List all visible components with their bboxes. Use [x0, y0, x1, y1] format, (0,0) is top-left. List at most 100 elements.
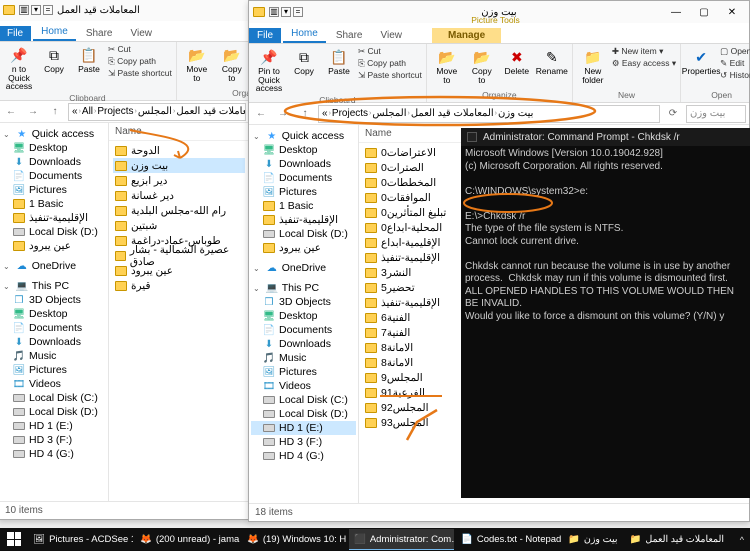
copy-path-button[interactable]: ⎘ Copy path — [108, 56, 172, 67]
breadcrumb[interactable]: «›Projects›المجلس›المعاملات قيد العمل›بي… — [318, 105, 660, 123]
taskbar[interactable]: 🖼Pictures - ACDSee 15🦊(200 unread) - jam… — [0, 528, 750, 551]
cut-button[interactable]: ✂ Cut — [358, 46, 422, 57]
nav-item[interactable]: ⬇Downloads — [1, 335, 106, 349]
nav-item[interactable]: ❒3D Objects — [251, 295, 356, 309]
nav-item[interactable]: ⬇Downloads — [251, 157, 356, 171]
nav-item[interactable]: HD 4 (G:) — [1, 447, 106, 461]
nav-item[interactable]: 🖼Pictures — [251, 185, 356, 199]
fwd-button[interactable]: → — [274, 105, 292, 123]
tray-expand-icon[interactable]: ^ — [740, 535, 744, 545]
maximize-button[interactable]: ▢ — [691, 4, 717, 20]
qat-btn[interactable]: ▥ — [19, 5, 29, 15]
qat-btn[interactable]: = — [293, 7, 303, 17]
file-row[interactable]: قيرة — [113, 278, 245, 293]
nav-item[interactable]: HD 3 (F:) — [251, 435, 356, 449]
taskbar-item[interactable]: ⬛Administrator: Com… — [349, 529, 454, 550]
nav-onedrive[interactable]: ☁OneDrive — [251, 261, 356, 275]
nav-item[interactable]: Local Disk (C:) — [1, 391, 106, 405]
nav-item[interactable]: Local Disk (D:) — [251, 227, 356, 241]
col-name[interactable]: Name — [109, 123, 249, 141]
file-row[interactable]: رام الله-مجلس البلدية — [113, 203, 245, 218]
paste-button[interactable]: 📋Paste — [323, 46, 355, 78]
nav-item[interactable]: 🎞Videos — [251, 379, 356, 393]
move-to-button[interactable]: 📂Move to — [181, 44, 213, 84]
tab-home[interactable]: Home — [283, 26, 326, 43]
tab-file[interactable]: File — [0, 26, 31, 41]
file-row[interactable]: بيت وزن — [113, 158, 245, 173]
qat-btn[interactable]: = — [43, 5, 53, 15]
move-to-button[interactable]: 📂Move to — [431, 46, 463, 86]
copy-to-button[interactable]: 📂Copy to — [216, 44, 248, 84]
pin-button[interactable]: 📌Pin to Quick access — [253, 46, 285, 95]
file-list-1[interactable]: Name الدوحةبيت وزندير ابزيعدير غسانةرام … — [109, 123, 249, 501]
nav-item[interactable]: HD 3 (F:) — [1, 433, 106, 447]
crumb[interactable]: Projects› — [332, 108, 371, 119]
nav-pane-2[interactable]: ★Quick access🖥Desktop⬇Downloads📄Document… — [249, 125, 359, 503]
nav-item[interactable]: HD 1 (E:) — [251, 421, 356, 435]
back-button[interactable]: ← — [2, 103, 20, 121]
file-row[interactable]: دير ابزيع — [113, 173, 245, 188]
nav-item[interactable]: 📄Documents — [1, 321, 106, 335]
edit-button[interactable]: ✎ Edit — [720, 58, 750, 69]
search-input[interactable]: بيت وزن — [686, 105, 746, 123]
crumb[interactable]: المجلس› — [138, 106, 175, 117]
nav-item[interactable]: HD 4 (G:) — [251, 449, 356, 463]
crumb[interactable]: بيت وزن — [498, 108, 533, 119]
tab-file[interactable]: File — [249, 28, 281, 43]
nav-item[interactable]: 🖥Desktop — [1, 307, 106, 321]
nav-item[interactable]: Local Disk (D:) — [1, 225, 106, 239]
file-row[interactable]: دير غسانة — [113, 188, 245, 203]
nav-item[interactable]: Local Disk (D:) — [251, 407, 356, 421]
tab-view[interactable]: View — [123, 26, 161, 41]
nav-item[interactable]: الإقليمية-تنفيذ — [1, 211, 106, 225]
nav-this-pc[interactable]: 💻This PC — [251, 281, 356, 295]
taskbar-item[interactable]: 📁المعاملات قيد العمل — [624, 529, 729, 550]
cut-button[interactable]: ✂ Cut — [108, 44, 172, 55]
nav-item[interactable]: Local Disk (D:) — [1, 405, 106, 419]
taskbar-item[interactable]: 🖼Pictures - ACDSee 15 — [28, 529, 133, 550]
taskbar-item[interactable]: 📁بيت وزن — [563, 529, 622, 550]
history-button[interactable]: ↺ History — [720, 70, 750, 81]
up-button[interactable]: ↑ — [46, 103, 64, 121]
nav-item[interactable]: 🎞Videos — [1, 377, 106, 391]
minimize-button[interactable]: — — [663, 4, 689, 20]
nav-item[interactable]: 🖥Desktop — [251, 309, 356, 323]
nav-quick-access[interactable]: ★Quick access — [251, 129, 356, 143]
up-button[interactable]: ↑ — [296, 105, 314, 123]
delete-button[interactable]: ✖Delete — [501, 46, 533, 78]
nav-item[interactable]: 📄Documents — [251, 171, 356, 185]
paste-shortcut-button[interactable]: ⇲ Paste shortcut — [358, 70, 422, 81]
nav-item[interactable]: 🖥Desktop — [251, 143, 356, 157]
start-button[interactable] — [2, 529, 26, 550]
refresh-button[interactable]: ⟳ — [664, 105, 682, 123]
nav-item[interactable]: ⬇Downloads — [1, 155, 106, 169]
taskbar-item[interactable]: 🦊(19) Windows 10: H… — [242, 529, 347, 550]
pin-button[interactable]: 📌n to Quick access — [3, 44, 35, 93]
nav-item[interactable]: 📄Documents — [251, 323, 356, 337]
crumb[interactable]: المعاملات قيد العمل — [176, 106, 246, 117]
cmd-output[interactable]: Microsoft Windows [Version 10.0.19042.92… — [461, 146, 750, 498]
nav-this-pc[interactable]: 💻This PC — [1, 279, 106, 293]
qat-btn[interactable]: ▾ — [31, 5, 41, 15]
breadcrumb[interactable]: «›All›Projects›المجلس›المعاملات قيد العم… — [68, 103, 246, 121]
crumb[interactable]: «› — [72, 106, 81, 117]
crumb[interactable]: All› — [82, 106, 96, 117]
nav-item[interactable]: 🖥Desktop — [1, 141, 106, 155]
nav-item[interactable]: الإقليمية-تنفيذ — [251, 213, 356, 227]
crumb[interactable]: المجلس› — [372, 108, 409, 119]
file-row[interactable]: شبتين — [113, 218, 245, 233]
nav-item[interactable]: 🖼Pictures — [1, 363, 106, 377]
nav-item[interactable]: 🖼Pictures — [251, 365, 356, 379]
nav-item[interactable]: 🖼Pictures — [1, 183, 106, 197]
qat-btn[interactable]: ▾ — [281, 7, 291, 17]
file-row[interactable]: الدوحة — [113, 143, 245, 158]
nav-quick-access[interactable]: ★Quick access — [1, 127, 106, 141]
paste-button[interactable]: 📋Paste — [73, 44, 105, 76]
nav-item[interactable]: ❒3D Objects — [1, 293, 106, 307]
copy-button[interactable]: ⧉Copy — [38, 44, 70, 76]
tab-share[interactable]: Share — [328, 28, 371, 43]
crumb[interactable]: المعاملات قيد العمل› — [411, 108, 497, 119]
copy-to-button[interactable]: 📂Copy to — [466, 46, 498, 86]
nav-item[interactable]: 🎵Music — [251, 351, 356, 365]
properties-button[interactable]: ✔Properties — [685, 46, 717, 78]
